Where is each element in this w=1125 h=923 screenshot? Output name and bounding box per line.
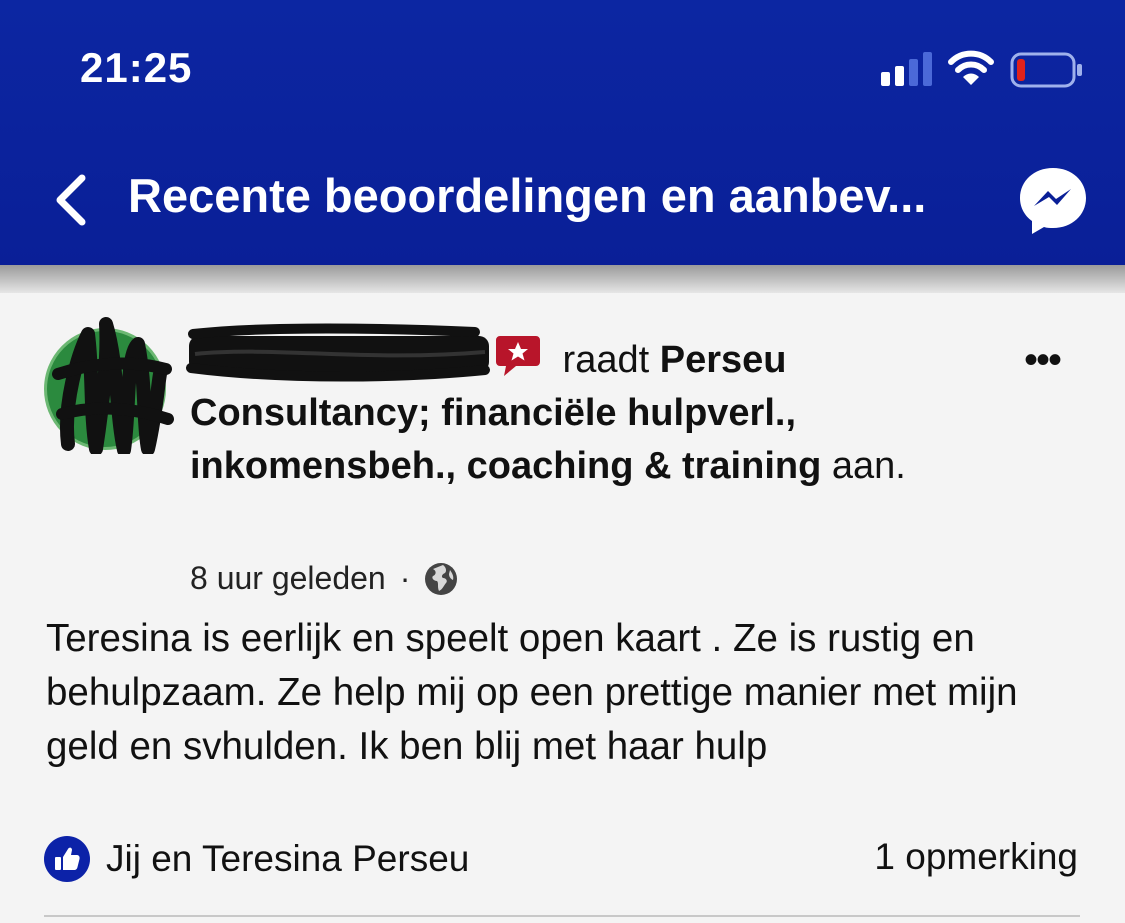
- comments-count[interactable]: 1 opmerking: [874, 836, 1078, 878]
- more-options-button[interactable]: •••: [1024, 340, 1062, 380]
- recommends-text: raadt: [552, 339, 660, 381]
- signal-icon: [881, 52, 935, 86]
- status-time: 21:25: [80, 44, 193, 91]
- recommends-suffix: aan.: [821, 445, 906, 487]
- post-header: raadt Perseu Consultancy; financiële hul…: [190, 334, 970, 493]
- messenger-icon[interactable]: [1016, 164, 1090, 238]
- reviewer-name[interactable]: [190, 342, 488, 382]
- reactions-summary[interactable]: Jij en Teresina Perseu: [44, 836, 469, 882]
- back-chevron-icon[interactable]: [50, 172, 90, 228]
- page-title: Recente beoordelingen en aanbev...: [128, 169, 927, 222]
- reactions-text: Jij en Teresina Perseu: [106, 838, 470, 879]
- review-text: Teresina is eerlijk en speelt open kaart…: [46, 617, 1018, 768]
- divider: [44, 915, 1080, 917]
- wifi-icon: [948, 50, 994, 85]
- battery-icon: [1010, 52, 1082, 88]
- meta-separator: ·: [399, 560, 411, 596]
- recommendation-icon: [496, 336, 540, 376]
- header-shadow: [0, 265, 1125, 293]
- post-meta: 8 uur geleden ·: [190, 560, 458, 597]
- post-time[interactable]: 8 uur geleden: [190, 560, 386, 597]
- like-icon: [44, 836, 90, 882]
- globe-icon: [425, 562, 458, 595]
- top-bar: 21:25 Recente beoordelingen en aanbev...: [0, 0, 1125, 265]
- avatar-redaction: [52, 317, 174, 454]
